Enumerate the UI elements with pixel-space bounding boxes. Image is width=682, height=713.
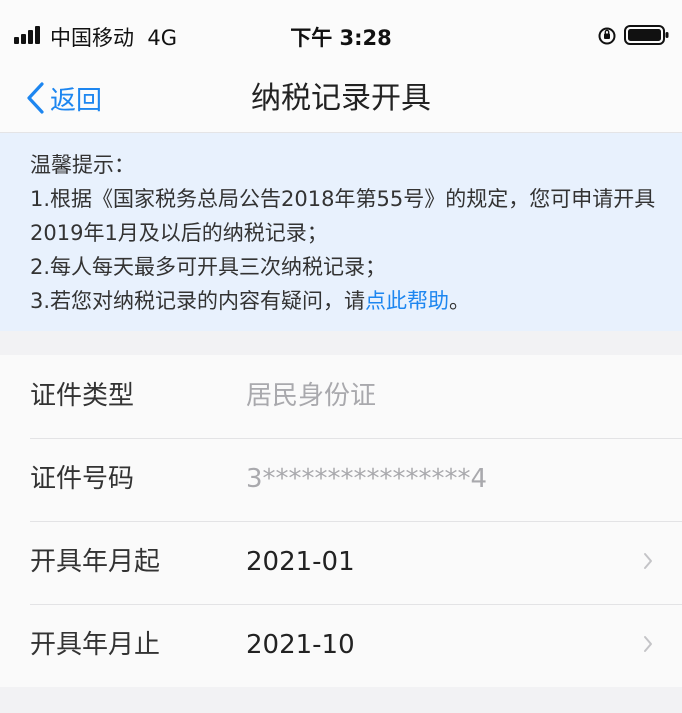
end-month-row[interactable]: 开具年月止 2021-10 (30, 604, 682, 687)
id-type-row: 证件类型 居民身份证 (30, 355, 682, 439)
notice-line-2: 2.每人每天最多可开具三次纳税记录； (30, 255, 387, 279)
orientation-lock-icon (598, 27, 616, 45)
page-title: 纳税记录开具 (251, 81, 431, 116)
id-type-label: 证件类型 (30, 381, 135, 411)
id-number-value: 3****************4 (246, 464, 488, 494)
notice-panel: 温馨提示： 1.根据《国家税务总局公告2018年第55号》的规定，您可申请开具2… (0, 133, 682, 331)
end-month-value[interactable]: 2021-10 (246, 604, 355, 687)
id-number-row: 证件号码 3****************4 (30, 438, 682, 522)
notice-text: 温馨提示： 1.根据《国家税务总局公告2018年第55号》的规定，您可申请开具2… (30, 148, 660, 318)
start-month-value[interactable]: 2021-01 (246, 521, 355, 604)
end-month-label: 开具年月止 (30, 630, 161, 660)
navigation-bar: 返回 纳税记录开具 (0, 66, 682, 133)
notice-line-3-suffix: 。 (449, 289, 471, 313)
start-month-row[interactable]: 开具年月起 2021-01 (30, 521, 682, 605)
clock: 下午 3:28 (290, 26, 392, 50)
chevron-right-icon (644, 553, 652, 569)
id-number-label: 证件号码 (30, 464, 135, 494)
notice-line-3: 3.若您对纳税记录的内容有疑问，请点此帮助。 (30, 284, 660, 318)
chevron-right-icon (644, 636, 652, 652)
notice-line-1: 1.根据《国家税务总局公告2018年第55号》的规定，您可申请开具2019年1月… (30, 187, 656, 245)
id-type-value: 居民身份证 (246, 381, 377, 411)
status-bar: 中国移动 4G 下午 3:28 (0, 0, 682, 66)
record-form: 证件类型 居民身份证 证件号码 3****************4 开具年月起… (0, 355, 682, 687)
notice-line-3-prefix: 3.若您对纳税记录的内容有疑问，请 (30, 289, 366, 313)
help-link[interactable]: 点此帮助 (365, 289, 449, 313)
start-month-label: 开具年月起 (30, 547, 161, 577)
battery-icon (624, 25, 669, 45)
notice-heading: 温馨提示： (30, 153, 135, 177)
